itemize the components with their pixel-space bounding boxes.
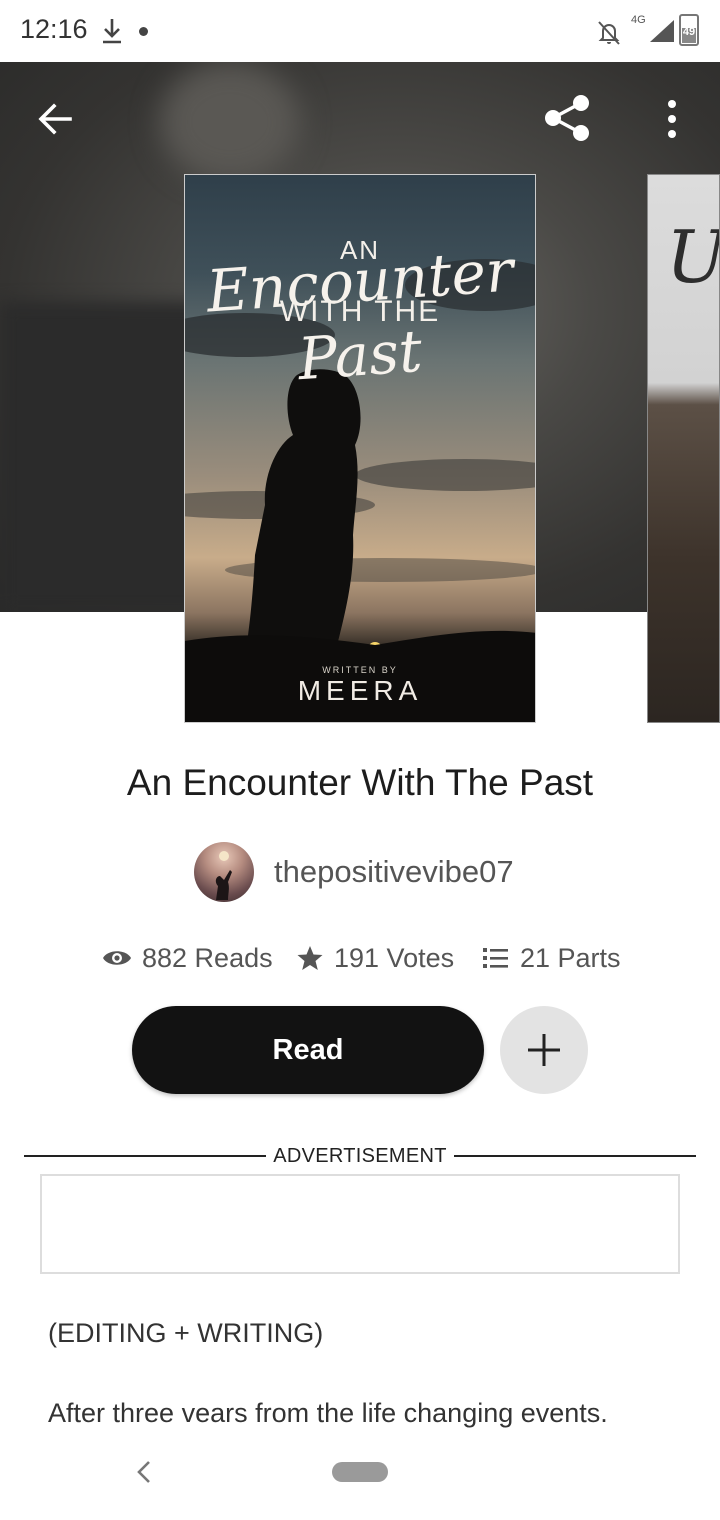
read-button[interactable]: Read [132,1006,484,1094]
more-vertical-icon[interactable] [655,96,689,142]
arrow-left-icon[interactable] [30,96,82,142]
next-book-cover[interactable]: U [647,174,720,723]
add-to-library-button[interactable] [500,1006,588,1094]
stat-votes: 191 Votes [296,936,454,980]
author-row[interactable]: thepositivevibe07 [0,842,720,902]
description-line-1: (EDITING + WRITING) [48,1318,324,1348]
nav-home-pill[interactable] [332,1462,388,1482]
status-time: 12:16 [20,14,88,44]
download-icon [103,19,121,44]
battery-icon: 49 [679,14,699,46]
advertisement-divider: ADVERTISEMENT [24,1145,696,1167]
eye-icon [103,951,131,965]
signal-icon [650,20,674,42]
plus-icon [528,1034,560,1066]
list-icon [483,948,508,968]
advertisement-slot[interactable] [40,1174,680,1274]
network-type: 4G [631,14,646,26]
star-icon [297,946,323,970]
battery-level: 49 [682,26,696,38]
book-cover[interactable]: AN Encounter WITH THE Past WRITTEN BY ME… [184,174,536,723]
stat-reads: 882 Reads [102,936,273,980]
cover-written-by: WRITTEN BY [322,665,398,675]
book-stats: 882 Reads 191 Votes 21 Parts [0,936,720,980]
book-title: An Encounter With The Past [126,762,594,803]
author-username[interactable]: thepositivevibe07 [274,854,514,890]
description-line-2: After three vears from the life changing… [48,1398,608,1428]
votes-count: 191 Votes [334,942,455,973]
share-icon[interactable] [540,92,596,144]
parts-count: 21 Parts [520,942,621,973]
author-avatar[interactable] [194,842,254,902]
system-nav-bar [0,1430,720,1520]
cover-author: MEERA [297,675,423,706]
reads-count: 882 Reads [142,942,273,973]
notification-dot [139,27,148,36]
next-cover-letter: U [666,215,719,299]
notifications-off-icon [598,21,620,45]
nav-back-icon[interactable] [130,1456,158,1488]
status-bar: 12:16 4G 49 [0,0,720,62]
stat-parts: 21 Parts [482,936,621,980]
